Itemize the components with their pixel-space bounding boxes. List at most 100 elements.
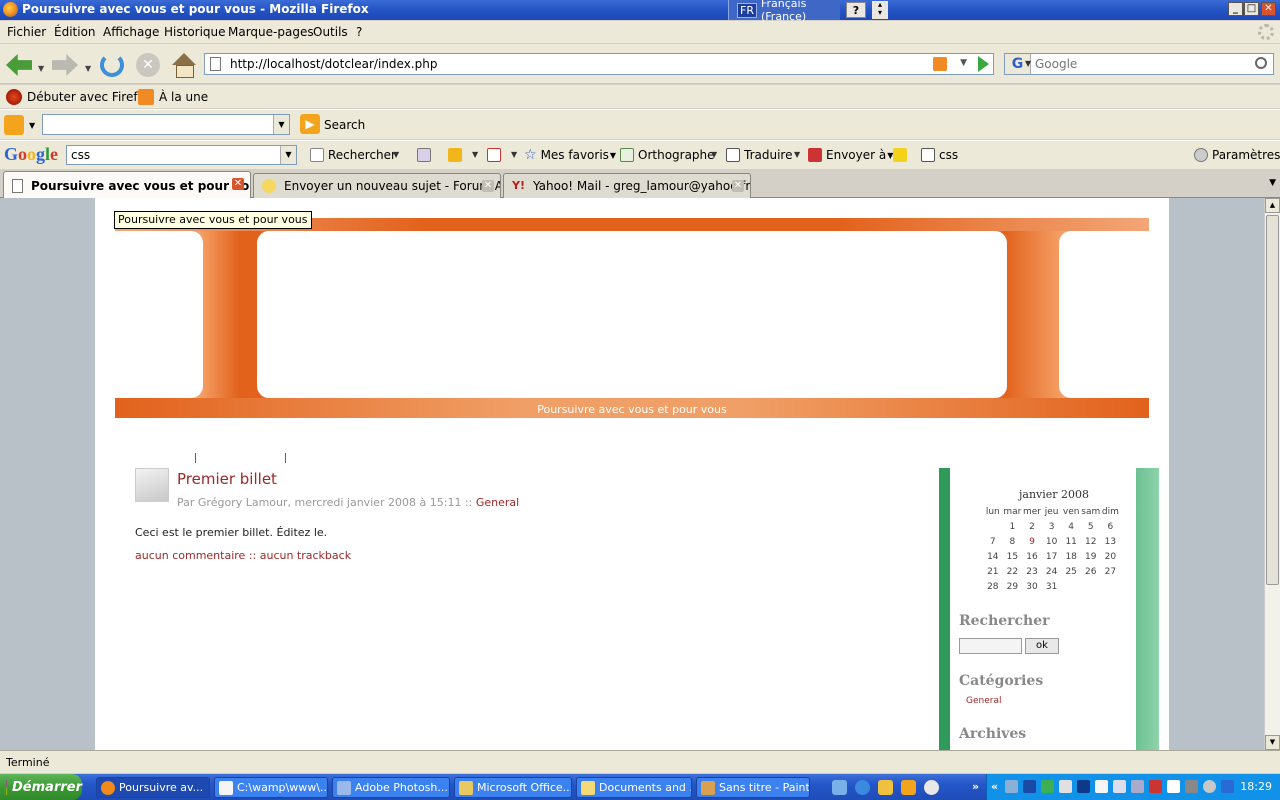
list-all-tabs-icon[interactable]: ▼ [1269, 178, 1276, 188]
toolbar-search-combo[interactable]: ▼ [42, 114, 290, 135]
mes-favoris-button[interactable]: ☆ Mes favoris ▼ [524, 148, 616, 162]
category-link-general[interactable]: General [966, 696, 1001, 706]
close-tab-icon[interactable]: ✕ [732, 180, 744, 192]
quicklaunch-media-icon[interactable] [924, 780, 939, 795]
gmail-dropdown-icon[interactable]: ▼ [511, 150, 517, 159]
options-dropdown-icon[interactable]: ▼ [472, 150, 478, 159]
tray-app4-icon[interactable] [1095, 780, 1108, 793]
tab-poursuivre[interactable]: Poursuivre avec vous et pour vous ✕ [3, 171, 251, 199]
trackback-link[interactable]: aucun trackback [260, 549, 351, 562]
search-engine-dropdown-icon[interactable]: ▼ [1025, 59, 1031, 68]
back-button[interactable] [4, 50, 34, 80]
sidebar-search-ok-button[interactable]: ok [1025, 638, 1059, 654]
tray-app10-icon[interactable] [1221, 780, 1234, 793]
highlight-button[interactable] [893, 148, 911, 162]
url-text[interactable]: http://localhost/dotclear/index.php [230, 57, 437, 71]
maximize-button[interactable]: □ [1244, 2, 1259, 16]
forward-history-dropdown-icon[interactable]: ▼ [85, 64, 91, 73]
tray-app2-icon[interactable] [1059, 780, 1072, 793]
tray-app5-icon[interactable] [1113, 780, 1126, 793]
go-button[interactable] [978, 56, 989, 72]
tray-volume-icon[interactable] [1203, 780, 1216, 793]
language-help-button[interactable]: ? [846, 2, 866, 18]
back-history-dropdown-icon[interactable]: ▼ [38, 64, 44, 73]
scroll-down-button[interactable]: ▼ [1265, 735, 1280, 750]
post-category-link[interactable]: General [476, 496, 519, 509]
taskbar-item-documents[interactable]: Documents and ... [576, 777, 692, 798]
close-tab-icon[interactable]: ✕ [232, 178, 244, 190]
orthographe-dropdown-icon[interactable]: ▼ [711, 150, 717, 159]
google-options-button[interactable] [448, 148, 466, 162]
tray-app8-icon[interactable] [1167, 780, 1180, 793]
tray-app9-icon[interactable] [1185, 780, 1198, 793]
toolbar-menu-dropdown-icon[interactable]: ▼ [29, 121, 35, 130]
taskbar-item-paint[interactable]: Sans titre - Paint [696, 777, 810, 798]
address-bar[interactable]: http://localhost/dotclear/index.php ▼ [204, 53, 994, 75]
reload-button[interactable] [97, 50, 127, 80]
bookmark-debuter-firefox[interactable]: Débuter avec Firefox [6, 89, 152, 105]
tray-expand-icon[interactable]: « [991, 780, 998, 793]
home-button[interactable] [169, 50, 199, 80]
orthographe-button[interactable]: Orthographe [620, 148, 715, 162]
tray-app7-icon[interactable] [1149, 780, 1162, 793]
menu-marque-pages[interactable]: Marque-pages [228, 25, 314, 39]
bookmark-a-la-une[interactable]: À la une [138, 89, 208, 105]
menu-affichage[interactable]: Affichage [103, 25, 159, 39]
post-title[interactable]: Premier billet [177, 470, 277, 488]
rss-feed-icon[interactable] [933, 57, 947, 71]
tray-app3-icon[interactable] [1077, 780, 1090, 793]
start-button[interactable]: Démarrer [0, 774, 82, 800]
traduire-dropdown-icon[interactable]: ▼ [794, 150, 800, 159]
parametres-button[interactable]: Paramètres ▼ [1194, 148, 1280, 162]
sidebar-search-input[interactable] [959, 638, 1022, 654]
rechercher-dropdown-icon[interactable]: ▼ [393, 150, 399, 159]
search-input[interactable] [1035, 56, 1245, 72]
quicklaunch-more-icon[interactable]: » [972, 780, 979, 793]
google-news-button[interactable] [417, 148, 435, 162]
envoyer-a-button[interactable]: Envoyer à ▼ [808, 148, 893, 162]
tray-app6-icon[interactable] [1131, 780, 1144, 793]
quicklaunch-ie-icon[interactable] [855, 780, 870, 795]
tray-network-icon[interactable] [1005, 780, 1018, 793]
quicklaunch-outlook-icon[interactable] [832, 780, 847, 795]
tray-app-icon[interactable] [1041, 780, 1054, 793]
taskbar-item-photoshop[interactable]: Adobe Photosh... [332, 777, 450, 798]
toolbar-logo-icon[interactable] [4, 115, 24, 135]
google-search-dropdown-icon[interactable]: ▼ [280, 146, 296, 164]
menu-help[interactable]: ? [356, 25, 362, 39]
scroll-thumb[interactable] [1266, 215, 1279, 585]
search-term-css-button[interactable]: css [921, 148, 958, 162]
tab-yahoo-mail[interactable]: Y! Yahoo! Mail - greg_lamour@yahoo.fr ✕ [503, 173, 751, 198]
toolbar-search-go-icon[interactable]: ▶ [300, 114, 320, 134]
close-window-button[interactable]: ✕ [1261, 2, 1276, 16]
stop-button[interactable]: ✕ [133, 50, 163, 80]
tab-forum[interactable]: Envoyer un nouveau sujet - Forum Als... … [253, 173, 501, 198]
gmail-button[interactable] [487, 148, 505, 162]
tray-bluetooth-icon[interactable] [1023, 780, 1036, 793]
traduire-button[interactable]: Traduire [726, 148, 792, 162]
language-bar[interactable]: FR Français (France) [728, 0, 840, 23]
taskbar-item-firefox[interactable]: Poursuivre av... [96, 777, 210, 798]
comments-link[interactable]: aucun commentaire [135, 549, 245, 562]
menu-fichier[interactable]: Fichier [7, 25, 46, 39]
taskbar-item-office[interactable]: Microsoft Office... [454, 777, 572, 798]
quicklaunch-app2-icon[interactable] [901, 780, 916, 795]
scroll-up-button[interactable]: ▲ [1265, 198, 1280, 213]
quicklaunch-app-icon[interactable] [878, 780, 893, 795]
taskbar-item-explorer-wamp[interactable]: C:\wamp\www\... [214, 777, 328, 798]
google-search-input[interactable] [71, 148, 271, 162]
blog-banner[interactable]: Poursuivre avec vous et pour vous [115, 218, 1149, 418]
calendar-day[interactable]: 9 [1022, 534, 1042, 549]
google-rechercher-button[interactable]: Rechercher [310, 148, 396, 162]
minimize-button[interactable]: _ [1228, 2, 1243, 16]
url-history-dropdown-icon[interactable]: ▼ [960, 58, 967, 68]
search-icon[interactable] [1255, 57, 1267, 69]
menu-outils[interactable]: Outils [313, 25, 348, 39]
language-bar-options-icon[interactable]: ▴ ▾ [872, 1, 888, 19]
close-tab-icon[interactable]: ✕ [482, 180, 494, 192]
combo-dropdown-icon[interactable]: ▼ [273, 115, 289, 134]
google-logo[interactable]: Google [4, 144, 58, 165]
menu-edition[interactable]: Édition [54, 25, 96, 39]
vertical-scrollbar[interactable]: ▲ ▼ [1264, 198, 1280, 750]
blog-title[interactable]: Poursuivre avec vous et pour vous [115, 403, 1149, 416]
